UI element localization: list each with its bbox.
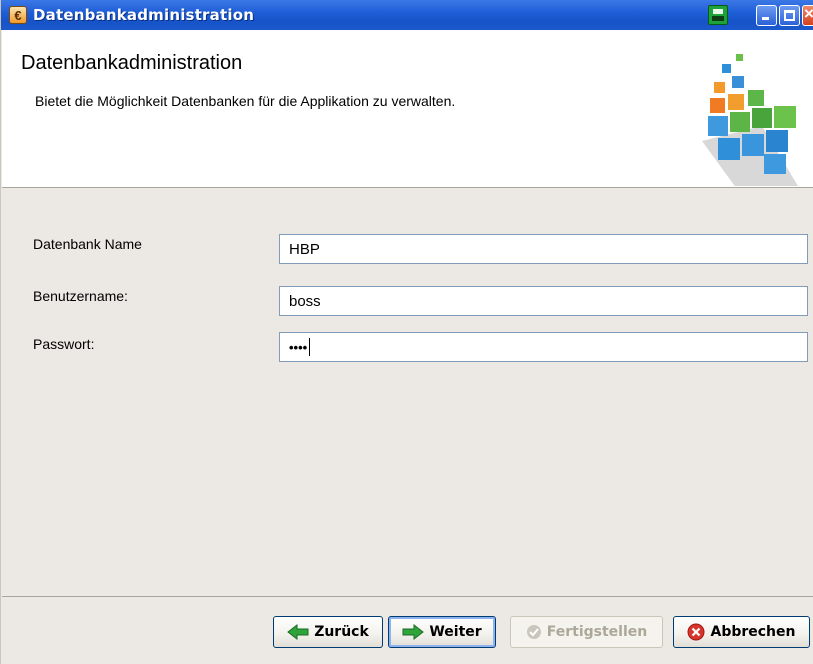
db-name-value: HBP [289, 240, 320, 258]
password-label: Passwort: [33, 336, 95, 352]
page-title: Datenbankadministration [21, 52, 243, 74]
back-button[interactable]: Zurück [273, 616, 383, 648]
next-button-label: Weiter [429, 624, 482, 640]
close-button[interactable] [802, 4, 813, 26]
username-value: boss [289, 292, 321, 310]
db-name-label: Datenbank Name [33, 236, 142, 252]
finish-button-label: Fertigstellen [546, 624, 648, 640]
window-title: Datenbankadministration [33, 6, 255, 24]
next-button[interactable]: Weiter [388, 616, 496, 648]
back-button-label: Zurück [314, 624, 369, 640]
password-value: •••• [289, 339, 308, 355]
password-field[interactable]: •••• [279, 332, 808, 362]
arrow-right-icon [402, 624, 425, 640]
db-name-field[interactable]: HBP [279, 234, 808, 264]
wizard-window: € Datenbankadministration Datenbankadmin… [0, 0, 813, 664]
username-label: Benutzername: [33, 288, 128, 304]
username-field[interactable]: boss [279, 286, 808, 316]
page-description: Bietet die Möglichkeit Datenbanken für d… [35, 93, 456, 109]
database-cubes-logo [702, 54, 798, 186]
cancel-button-label: Abbrechen [710, 624, 796, 640]
app-icon[interactable]: € [9, 6, 27, 24]
check-icon [526, 625, 541, 639]
wizard-header: Datenbankadministration Bietet die Mögli… [2, 30, 813, 188]
title-bar[interactable]: € Datenbankadministration [1, 0, 813, 30]
text-cursor [309, 338, 311, 356]
cancel-button[interactable]: Abbrechen [673, 616, 810, 648]
minimize-button[interactable] [756, 4, 777, 26]
arrow-left-icon [287, 624, 309, 640]
finish-button[interactable]: Fertigstellen [510, 616, 663, 648]
print-icon[interactable] [708, 5, 728, 25]
footer-divider [2, 596, 813, 597]
maximize-button[interactable] [779, 4, 800, 26]
cancel-icon [687, 623, 705, 641]
